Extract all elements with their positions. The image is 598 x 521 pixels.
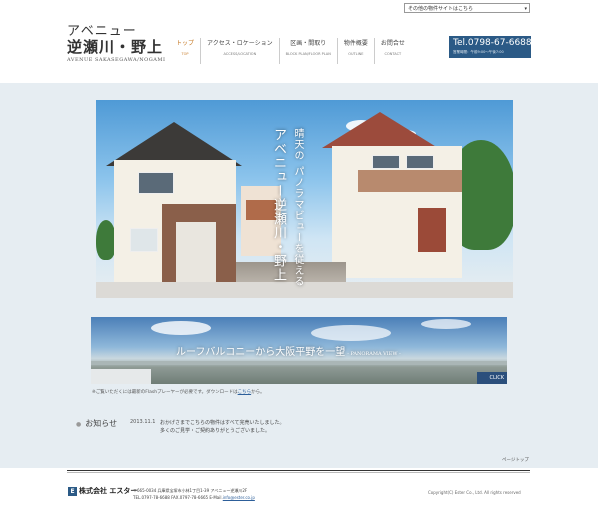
other-sites-select-value: その他の物件サイトはこちら [408,6,474,12]
nav-sublabel: OUTLINE [348,52,364,56]
nav-item-contact[interactable]: お問合せ CONTACT [373,38,411,64]
bullet-icon: ● [76,421,82,428]
nav-label: お問合せ [380,40,405,47]
hero-image: 晴天の パノラマビューを従える アベニュー逆瀬川・野上 [96,100,513,298]
footer-divider [67,470,530,471]
footer-divider-sub [67,472,530,473]
panorama-banner[interactable]: ルーフバルコニーから大阪平野を一望 - PANORAMA VIEW - CLICK [91,317,507,384]
other-sites-select[interactable]: その他の物件サイトはこちら ▾ [404,3,530,13]
panorama-title: ルーフバルコニーから大阪平野を一望 [176,347,346,358]
copyright: Copyright(C) Ester Co., Ltd. All rights … [428,490,521,495]
hero-catch-line3: アベニュー逆瀬川・野上 [271,128,286,282]
company-address: 〒665-0034 兵庫県宝塚市小林1丁目1-39 アベニュー逆瀬川2F [133,488,248,493]
hero-catch-line1: 晴天の [292,128,303,161]
panorama-click-button[interactable]: CLICK [477,372,507,384]
pagetop-label: ページトップ [502,458,529,463]
flash-note-text: ※ご覧いただくには最新のFlashプレーヤーが必要です。ダウンロードは [92,390,238,395]
news-line1: おかげさまでこちらの物件はすべて完売いたしました。 [160,420,285,426]
company-name: 株式会社 エスター [79,487,138,495]
tel-hours: 営業時間：午前9:00〜午後7:00 [453,50,504,54]
news-date: 2013.11.1 [130,419,156,425]
logo-title-line2[interactable]: 逆瀬川・野上 [67,36,163,57]
nav-item-access[interactable]: アクセス・ロケーション ACCESS/LOCATION [200,38,279,64]
tel-number: Tel.0798-67-6688 [453,38,532,48]
flash-download-link[interactable]: こちら [238,390,252,395]
news-line2: 多くのご見学・ご契約ありがとうございました。 [160,428,271,434]
nav-sublabel: TOP [181,52,189,56]
nav-sublabel: BLOCK PLAN/FLOOR PLAN [285,52,331,56]
panorama-text: ルーフバルコニーから大阪平野を一望 - PANORAMA VIEW - [176,343,401,358]
hero-catch-line2: パノラマビューを従える [292,166,303,288]
tel-box: Tel.0798-67-6688 営業時間：午前9:00〜午後7:00 [449,36,532,58]
company-info: 〒665-0034 兵庫県宝塚市小林1丁目1-39 アベニュー逆瀬川2F TEL… [133,487,255,501]
nav-item-plan[interactable]: 区画・間取り BLOCK PLAN/FLOOR PLAN [278,38,337,64]
pagetop-link[interactable]: ページトップ [502,457,529,463]
hero-catchcopy: 晴天の パノラマビューを従える アベニュー逆瀬川・野上 [269,128,307,298]
nav-label: 物件概要 [343,40,368,47]
nav-item-top[interactable]: トップ TOP [170,38,200,64]
flash-note: ※ご覧いただくには最新のFlashプレーヤーが必要です。ダウンロードはこちらから… [92,389,265,395]
nav-label: アクセス・ロケーション [207,40,273,47]
nav-item-outline[interactable]: 物件概要 OUTLINE [336,38,374,64]
nav-sublabel: CONTACT [384,52,402,56]
panorama-title-en: - PANORAMA VIEW - [347,351,401,357]
nav-label: 区画・間取り [290,40,327,47]
news-heading: ● お知らせ [76,418,117,429]
news-title: お知らせ [85,419,118,428]
flash-note-suffix: から。 [251,390,265,395]
company-contact: TEL.0797-78-6688 FAX.0797-78-6665 E-Mail… [133,495,223,500]
logo-subtitle: AVENUE SAKASEGAWA/NOGAMI [67,57,166,63]
nav-sublabel: ACCESS/LOCATION [223,52,257,56]
company-email-link[interactable]: info@ester.co.jp [223,495,255,500]
news-body: おかげさまでこちらの物件はすべて完売いたしました。 多くのご見学・ご契約ありがと… [160,419,284,435]
company-mark-icon: E [68,486,77,496]
chevron-down-icon: ▾ [524,6,527,12]
main-nav: トップ TOP アクセス・ロケーション ACCESS/LOCATION 区画・間… [170,38,411,64]
nav-label: トップ [176,40,195,47]
company-logo[interactable]: E 株式会社 エスター [68,486,137,496]
